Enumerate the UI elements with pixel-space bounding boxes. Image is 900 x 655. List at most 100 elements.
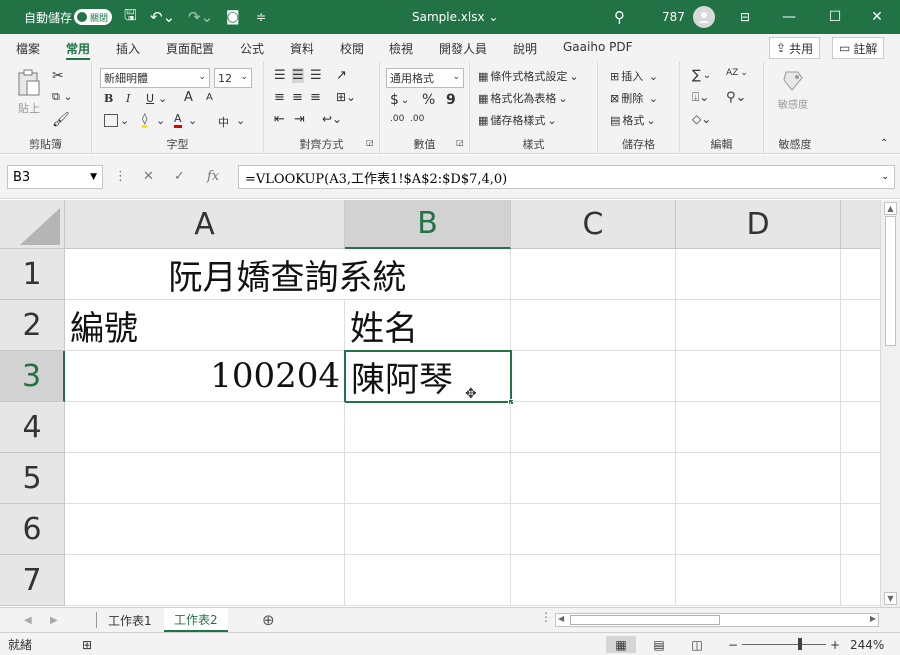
paste-button[interactable]: 貼上: [16, 68, 42, 116]
format-as-table-button[interactable]: ▦ 格式化為表格 ⌄: [478, 90, 568, 106]
add-sheet-button[interactable]: ⊕: [252, 608, 285, 632]
cell-c4[interactable]: [511, 402, 676, 453]
increase-indent-icon[interactable]: ⇥: [294, 112, 305, 127]
column-header-c[interactable]: C: [511, 200, 676, 249]
cell-d2[interactable]: [676, 300, 841, 351]
tab-help[interactable]: 說明: [513, 40, 537, 60]
zoom-out-button[interactable]: −: [728, 636, 738, 653]
cell-b2[interactable]: 姓名: [345, 300, 511, 351]
page-layout-view-icon[interactable]: ▤: [644, 636, 674, 653]
tab-home[interactable]: 常用: [66, 40, 91, 60]
currency-button[interactable]: $ ⌄: [390, 92, 409, 108]
tab-insert[interactable]: 插入: [116, 40, 140, 60]
cell-styles-button[interactable]: ▦ 儲存格樣式 ⌄: [478, 112, 557, 128]
align-bottom-icon[interactable]: ☰: [310, 68, 322, 83]
cell-a4[interactable]: [65, 402, 345, 453]
fill-color-icon[interactable]: ◊: [142, 112, 148, 128]
zoom-slider-thumb[interactable]: [798, 638, 802, 650]
cell-e3[interactable]: [841, 351, 880, 402]
customize-toolbar-icon[interactable]: ≑: [256, 0, 266, 34]
fill-icon[interactable]: ⍗⌄: [692, 90, 709, 105]
cell-e5[interactable]: [841, 453, 880, 504]
orientation-icon[interactable]: ↗: [336, 68, 347, 83]
comma-button[interactable]: 9: [446, 92, 456, 108]
column-header-a[interactable]: A: [65, 200, 345, 249]
horizontal-scrollbar[interactable]: ◀ ▶: [555, 613, 879, 627]
cell-c3[interactable]: [512, 351, 676, 402]
tab-file[interactable]: 檔案: [16, 40, 40, 60]
bold-button[interactable]: B: [104, 92, 113, 105]
tab-view[interactable]: 檢視: [389, 40, 413, 60]
tab-page-layout[interactable]: 頁面配置: [166, 40, 214, 60]
cell-e1[interactable]: [841, 249, 880, 300]
row-header-4[interactable]: 4: [0, 402, 65, 453]
select-all-corner[interactable]: [0, 200, 65, 249]
collapse-ribbon-icon[interactable]: ⌃: [880, 138, 888, 149]
vertical-scroll-thumb[interactable]: [885, 216, 896, 346]
percent-button[interactable]: %: [422, 92, 435, 108]
align-left-icon[interactable]: ≡: [274, 90, 285, 105]
formula-bar-handle-icon[interactable]: ⋮: [114, 169, 127, 184]
cell-d3[interactable]: [676, 351, 841, 402]
cell-b3[interactable]: 陳阿琴: [344, 350, 512, 403]
camera-icon[interactable]: ◙: [226, 0, 240, 34]
phonetic-dropdown-icon[interactable]: ⌄: [236, 114, 245, 127]
formula-input[interactable]: =VLOOKUP(A3,工作表1!$A$2:$D$7,4,0) ⌄: [238, 165, 895, 189]
autosave-toggle[interactable]: 關閉: [74, 0, 112, 34]
delete-cells-button[interactable]: ⊠ 刪除 ⌄: [610, 90, 658, 106]
minimize-button[interactable]: —: [766, 0, 812, 34]
cell-c6[interactable]: [511, 504, 676, 555]
cell-e2[interactable]: [841, 300, 880, 351]
cell-d1[interactable]: [676, 249, 841, 300]
file-title[interactable]: Sample.xlsx ⌄: [412, 0, 498, 34]
share-button[interactable]: ⇪ 共用: [769, 37, 821, 59]
find-select-icon[interactable]: ⚲⌄: [726, 90, 746, 105]
zoom-level[interactable]: 244%: [850, 636, 884, 653]
copy-icon[interactable]: ⧉ ⌄: [52, 90, 73, 104]
maximize-button[interactable]: ☐: [812, 0, 858, 34]
cell-d5[interactable]: [676, 453, 841, 504]
cell-d4[interactable]: [676, 402, 841, 453]
scroll-up-icon[interactable]: ▲: [884, 202, 897, 215]
cell-b4[interactable]: [345, 402, 511, 453]
undo-icon[interactable]: ↶⌄: [150, 0, 175, 34]
horizontal-scroll-thumb[interactable]: [570, 615, 720, 625]
vertical-scrollbar[interactable]: ▲ ▼: [880, 200, 900, 607]
conditional-formatting-button[interactable]: ▦ 條件式格式設定 ⌄: [478, 68, 579, 84]
row-header-6[interactable]: 6: [0, 504, 65, 555]
next-sheet-icon[interactable]: ▶: [40, 608, 68, 632]
sheet-tab-2[interactable]: 工作表2: [164, 608, 228, 632]
cell-d6[interactable]: [676, 504, 841, 555]
cell-a2[interactable]: 編號: [65, 300, 345, 351]
align-top-icon[interactable]: ☰: [274, 68, 286, 83]
decrease-decimal-button[interactable]: .00: [410, 114, 424, 124]
tab-formulas[interactable]: 公式: [240, 40, 264, 60]
tab-gaaiho-pdf[interactable]: Gaaiho PDF: [563, 40, 632, 60]
avatar[interactable]: [693, 0, 715, 34]
font-size-select[interactable]: 12 ⌄: [214, 68, 252, 88]
cell-a3[interactable]: 100204: [65, 351, 345, 402]
format-cells-button[interactable]: ▤ 格式 ⌄: [610, 112, 656, 128]
zoom-in-button[interactable]: +: [830, 636, 840, 653]
ribbon-display-icon[interactable]: ⊟: [740, 0, 750, 34]
sheet-tab-1[interactable]: 工作表1: [98, 608, 162, 632]
scroll-right-icon[interactable]: ▶: [870, 614, 876, 623]
underline-button[interactable]: U: [146, 92, 154, 105]
cell-a7[interactable]: [65, 555, 345, 606]
row-header-1[interactable]: 1: [0, 249, 65, 300]
cell-d7[interactable]: [676, 555, 841, 606]
tab-review[interactable]: 校閱: [340, 40, 364, 60]
column-header-e[interactable]: [841, 200, 880, 249]
enter-icon[interactable]: ✓: [174, 169, 185, 184]
sensitivity-button[interactable]: 敏感度: [778, 68, 808, 111]
phonetic-guide-button[interactable]: 中: [218, 114, 229, 130]
cell-a5[interactable]: [65, 453, 345, 504]
tab-developer[interactable]: 開發人員: [439, 40, 487, 60]
cancel-icon[interactable]: ✕: [143, 169, 154, 184]
prev-sheet-icon[interactable]: ◀: [14, 608, 42, 632]
merge-center-icon[interactable]: ⊞⌄: [336, 90, 356, 104]
close-button[interactable]: ✕: [854, 0, 900, 34]
column-header-b[interactable]: B: [345, 200, 511, 249]
align-middle-icon[interactable]: ☰: [292, 68, 304, 83]
grow-font-button[interactable]: A: [184, 90, 193, 105]
